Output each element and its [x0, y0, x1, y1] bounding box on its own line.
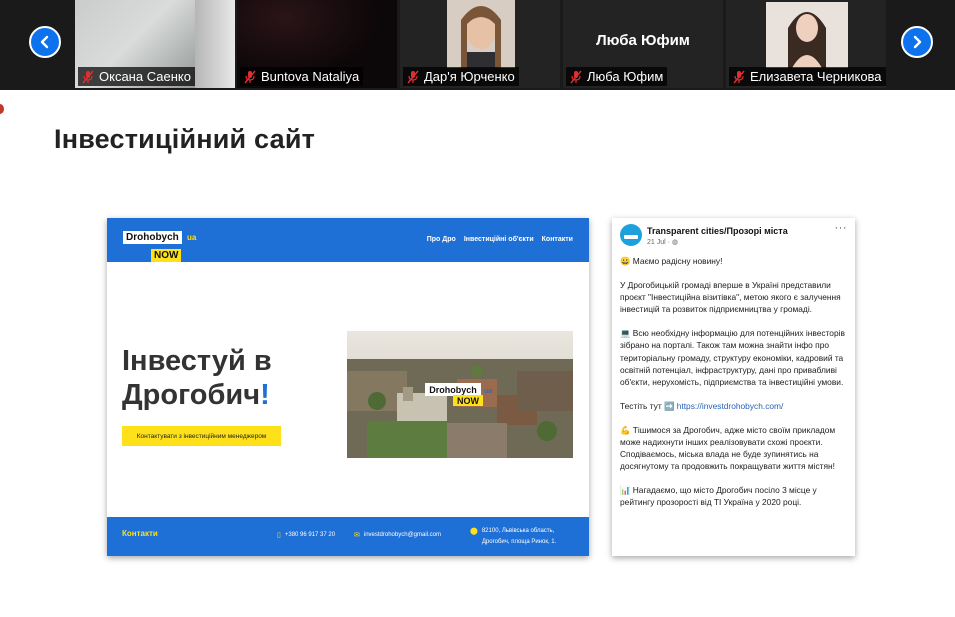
website-screenshot: Drohobych NOW ua Про Дро Інвестиційні об…: [107, 218, 589, 556]
post-paragraph: 📊 Нагадаємо, що місто Дрогобич посіло 3 …: [620, 485, 817, 508]
photo-logo-text: Drohobych: [429, 385, 477, 395]
logo-text: Drohobych: [123, 231, 182, 244]
email-address: investdrohobych@gmail.com: [363, 532, 441, 538]
phone-number: +380 96 917 37 20: [284, 532, 336, 538]
hero-line: Дрогобич: [122, 379, 261, 411]
social-post: Transparent cities/Прозорі міста 21 Jul …: [612, 218, 855, 556]
site-footer: Контакти ▯ +380 96 917 37 20 ✉ investdro…: [107, 517, 589, 556]
phone-icon: ▯: [277, 532, 281, 539]
location-pin-icon: ⬤: [470, 528, 478, 535]
hero-heading: Інвестуй в Дрогобич!: [122, 344, 272, 412]
participant-tile[interactable]: Елизавета Черникова: [726, 0, 886, 88]
participant-name-label: Оксана Саенко: [78, 67, 195, 86]
hero-accent: !: [260, 379, 270, 411]
photo-logo-text: NOW: [457, 396, 480, 406]
footer-contacts-title: Контакти: [122, 529, 158, 538]
participant-display-name: Люба Юфим: [596, 32, 690, 49]
participant-name: Дар'я Юрченко: [424, 69, 515, 84]
muted-mic-icon: [244, 70, 256, 83]
muted-mic-icon: [570, 70, 582, 83]
post-body: 😀 Маємо радісну новину! У Дрогобицькій г…: [620, 255, 852, 521]
video-feed: [195, 0, 235, 88]
participant-tile[interactable]: Buntova Nataliya: [237, 0, 397, 88]
participant-name: Buntova Nataliya: [261, 69, 360, 84]
post-paragraph: 💪 Тішимося за Дрогобич, адже місто своїм…: [620, 424, 836, 472]
post-paragraph: 💻 Всю необхідну інформацію для потенційн…: [620, 328, 845, 387]
contact-manager-button[interactable]: Контактувати з інвестиційним менеджером: [122, 426, 281, 446]
page-name[interactable]: Transparent cities/Прозорі міста: [647, 226, 788, 236]
pointer-dot: [0, 104, 4, 114]
mail-icon: ✉: [354, 532, 360, 539]
participant-name-label: Дар'я Юрченко: [403, 67, 519, 86]
city-aerial-photo: Drohobych NOW ua: [347, 331, 573, 458]
globe-icon: ◍: [671, 239, 679, 246]
previous-page-button[interactable]: [29, 26, 61, 58]
post-link[interactable]: https://investdrohobych.com/: [677, 401, 784, 411]
address-line: 82100, Львівська область,: [481, 528, 555, 534]
muted-mic-icon: [407, 70, 419, 83]
post-paragraph: 😀 Маємо радісну новину!: [620, 256, 723, 266]
participant-name: Оксана Саенко: [99, 69, 191, 84]
photo-logo-suffix: ua: [484, 388, 492, 395]
participant-name: Елизавета Черникова: [750, 69, 882, 84]
video-feed: [447, 0, 515, 68]
muted-mic-icon: [82, 70, 94, 83]
nav-item-objects[interactable]: Інвестиційні об'єкти: [464, 236, 534, 243]
more-options-icon[interactable]: ···: [835, 222, 848, 234]
nav-item-about[interactable]: Про Дро: [427, 236, 456, 243]
address-line: Дрогобич, площа Ринок, 1.: [481, 539, 557, 545]
post-link-prefix: Тестіть тут ➡️: [620, 400, 677, 411]
participant-name-label: Люба Юфим: [566, 67, 668, 86]
logo-text: NOW: [151, 249, 182, 262]
logo-suffix: ua: [187, 233, 197, 242]
post-paragraph: Тестіть тут ➡️ https://investdrohobych.c…: [620, 400, 852, 412]
chevron-left-icon: [40, 35, 49, 49]
site-header: Drohobych NOW ua Про Дро Інвестиційні об…: [107, 218, 589, 262]
muted-mic-icon: [733, 70, 745, 83]
chevron-right-icon: [913, 35, 922, 49]
slide-title: Інвестиційний сайт: [54, 124, 316, 154]
footer-address: ⬤ 82100, Львівська область, Дрогобич, пл…: [470, 526, 556, 548]
video-feed: [766, 2, 848, 68]
participant-strip: Оксана Саенко Buntova Nataliya Дар'я Юрч…: [0, 0, 955, 90]
post-paragraph: У Дрогобицькій громаді вперше в Україні …: [620, 280, 841, 315]
participant-tile[interactable]: Оксана Саенко: [75, 0, 235, 88]
participant-tile[interactable]: Люба Юфим Люба Юфим: [563, 0, 723, 88]
participant-tile[interactable]: Дар'я Юрченко: [400, 0, 560, 88]
site-logo: Drohobych NOW ua: [123, 227, 196, 263]
next-page-button[interactable]: [901, 26, 933, 58]
nav-item-contacts[interactable]: Контакти: [542, 236, 573, 243]
site-nav: Про Дро Інвестиційні об'єкти Контакти: [427, 236, 573, 243]
footer-phone[interactable]: ▯ +380 96 917 37 20: [277, 531, 335, 539]
participant-name-label: Buntova Nataliya: [240, 67, 364, 86]
post-date-text: 21 Jul ·: [647, 239, 670, 246]
page-avatar[interactable]: [620, 224, 642, 246]
footer-email[interactable]: ✉ investdrohobych@gmail.com: [354, 531, 441, 539]
participant-name: Люба Юфим: [587, 69, 664, 84]
post-date: 21 Jul · ◍: [647, 238, 678, 246]
participant-name-label: Елизавета Черникова: [729, 67, 886, 86]
hero-line: Інвестуй в: [122, 345, 272, 377]
